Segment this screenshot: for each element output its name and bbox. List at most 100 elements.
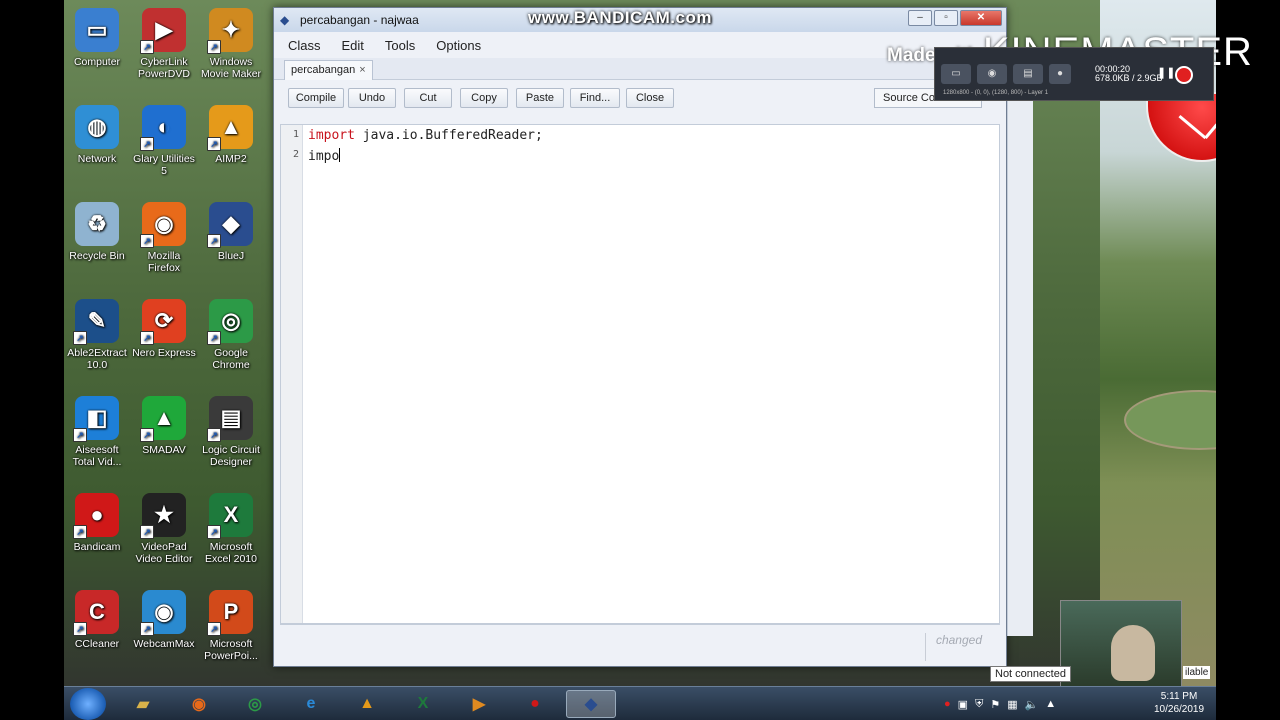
paste-button[interactable]: Paste [516,88,564,108]
taskbar-bluej-icon[interactable]: ◆ [566,690,616,718]
taskbar-explorer-icon[interactable]: ▰ [118,690,168,718]
cut-button[interactable]: Cut [404,88,452,108]
webcammax-icon: ◉ ↗ [140,590,186,636]
webcam-icon[interactable]: ● [1049,64,1071,84]
powerdvd-icon: ▶ ↗ [140,8,186,54]
screen-mode-icon[interactable]: ▭ [941,64,971,84]
shield-icon[interactable]: ⛨ [975,698,983,711]
copy-button[interactable]: Copy [460,88,508,108]
videopad-icon: ★ ↗ [140,493,186,539]
find-button[interactable]: Find... [570,88,620,108]
keyword-token: import [308,128,355,143]
close-button[interactable]: Close [626,88,674,108]
logic-circuit-icon: ▤ ↗ [207,396,253,442]
arrow-up-icon[interactable]: ▲ [1045,698,1056,710]
desktop-icon-bandicam[interactable]: ● ↗ Bandicam [64,493,130,553]
bandicam-icon: ● ↗ [73,493,119,539]
status-changed-label: changed [924,633,982,661]
desktop-icon-ccleaner[interactable]: C ↗ CCleaner [64,590,130,650]
minimize-button[interactable]: – [908,10,932,26]
shortcut-arrow-icon: ↗ [140,40,154,54]
taskbar-media-player-icon[interactable]: ▶ [454,690,504,718]
desktop-icon-label: SMADAV [142,444,186,456]
record-tray-icon[interactable]: ● [944,698,951,710]
network-tooltip: Not connected [990,666,1071,682]
desktop-icon-able2extract[interactable]: ✎ ↗ Able2Extract 10.0 [64,299,130,371]
shortcut-arrow-icon: ↗ [207,234,221,248]
taskbar: ▰ ◉ ◎ e ▲ X ▶ ● ◆ ● ▣ ⛨ ⚑ ▦ 🔈 ▲ 5:11 PM 10/26/20… [64,686,1216,720]
line-number-gutter: 1 2 [281,125,303,623]
shortcut-arrow-icon: ↗ [207,331,221,345]
shortcut-arrow-icon: ↗ [140,428,154,442]
monitor-tray-icon[interactable]: ▣ [958,698,968,711]
taskbar-excel-icon[interactable]: X [398,690,448,718]
desktop-icon-powerdvd[interactable]: ▶ ↗ CyberLink PowerDVD [131,8,197,80]
undo-button[interactable]: Undo [348,88,396,108]
desktop-icon-logic-circuit[interactable]: ▤ ↗ Logic Circuit Designer [198,396,264,468]
taskbar-aimp-icon[interactable]: ▲ [342,690,392,718]
tooltip-fragment: ilable [1183,666,1211,679]
editor-scrollbar[interactable] [1007,88,1033,636]
maximize-button[interactable]: ▫ [934,10,958,26]
tab-close-icon[interactable]: × [359,64,365,76]
stop-record-button[interactable] [1175,66,1193,84]
taskbar-firefox-icon[interactable]: ◉ [174,690,224,718]
desktop-icon-label: VideoPad Video Editor [135,541,193,565]
desktop-icon-firefox[interactable]: ◉ ↗ Mozilla Firefox [131,202,197,274]
desktop-icon-recycle-bin[interactable]: ♻ Recycle Bin [64,202,130,262]
menu-edit[interactable]: Edit [342,38,364,53]
volume-icon[interactable]: 🔈 [1025,698,1039,711]
firefox-icon: ◉ ↗ [140,202,186,248]
window-close-button[interactable]: ✕ [960,10,1002,26]
desktop-icon-powerpoint[interactable]: P ↗ Microsoft PowerPoi... [198,590,264,662]
desktop-icon-excel[interactable]: X ↗ Microsoft Excel 2010 [198,493,264,565]
desktop-icon-moviemaker[interactable]: ✦ ↗ Windows Movie Maker [198,8,264,80]
desktop-icon-videopad[interactable]: ★ ↗ VideoPad Video Editor [131,493,197,565]
desktop-icon-aiseesoft[interactable]: ◧ ↗ Aiseesoft Total Vid... [64,396,130,468]
code-line: import java.io.BufferedReader; [308,128,543,143]
desktop-icon-chrome[interactable]: ◎ ↗ Google Chrome [198,299,264,371]
compile-button[interactable]: Compile [288,88,344,108]
window-titlebar[interactable]: ◆ percabangan - najwaa www.BANDICAM.com … [274,8,1006,32]
desktop-icon-nero[interactable]: ⟳ ↗ Nero Express [131,299,197,359]
desktop-icon-label: WebcamMax [133,638,195,650]
tab-label: percabangan [291,64,356,76]
recording-timer: 00:00:20 678.0KB / 2.9GB [1095,65,1163,83]
ccleaner-icon: C ↗ [73,590,119,636]
taskbar-internet-explorer-icon[interactable]: e [286,690,336,718]
flag-icon[interactable]: ⚑ [990,698,1000,711]
desktop-icon-network[interactable]: ◍ Network [64,105,130,165]
desktop-icon-computer[interactable]: ▭ Computer [64,8,130,68]
tab-percabangan[interactable]: percabangan × [284,60,373,80]
pause-icon[interactable]: ❚❚ [1157,66,1175,79]
computer-icon: ▭ [75,8,119,52]
game-mode-icon[interactable]: ◉ [977,64,1007,84]
network-tray-icon[interactable]: ▦ [1007,698,1017,711]
device-mode-icon[interactable]: ▤ [1013,64,1043,84]
code-editor[interactable]: 1 2 import java.io.BufferedReader; impo [280,124,1000,624]
shortcut-arrow-icon: ↗ [73,428,87,442]
desktop-icon-label: CyberLink PowerDVD [138,56,190,80]
desktop-icon-smadav[interactable]: ▲ ↗ SMADAV [131,396,197,456]
chrome-icon: ◎ ↗ [207,299,253,345]
desktop-icon-label: Glary Utilities 5 [133,153,195,177]
desktop-icon-bluej[interactable]: ◆ ↗ BlueJ [198,202,264,262]
code-text: impo [308,149,340,164]
desktop-icon-label: Aiseesoft Total Vid... [72,444,122,468]
menu-class[interactable]: Class [288,38,321,53]
desktop-icon-glary[interactable]: ◐ ↗ Glary Utilities 5 [131,105,197,177]
menu-options[interactable]: Options [436,38,481,53]
line-number: 1 [292,129,299,140]
desktop-icon-aimp[interactable]: ▲ ↗ AIMP2 [198,105,264,165]
taskbar-bandicam-icon[interactable]: ● [510,690,560,718]
start-button[interactable] [70,688,106,720]
taskbar-clock[interactable]: 5:11 PM 10/26/2019 [1154,690,1204,716]
desktop-icon-label: BlueJ [217,250,245,262]
glary-icon: ◐ ↗ [140,105,186,151]
taskbar-chrome-icon[interactable]: ◎ [230,690,280,718]
shortcut-arrow-icon: ↗ [140,331,154,345]
bandicam-control-panel: ▭ ◉ ▤ ● 00:00:20 678.0KB / 2.9GB ❚❚ 1280… [934,47,1214,101]
desktop-icon-webcammax[interactable]: ◉ ↗ WebcamMax [131,590,197,650]
editor-toolbar: Compile Undo Cut Copy Paste Find... Clos… [274,80,1006,118]
menu-tools[interactable]: Tools [385,38,415,53]
